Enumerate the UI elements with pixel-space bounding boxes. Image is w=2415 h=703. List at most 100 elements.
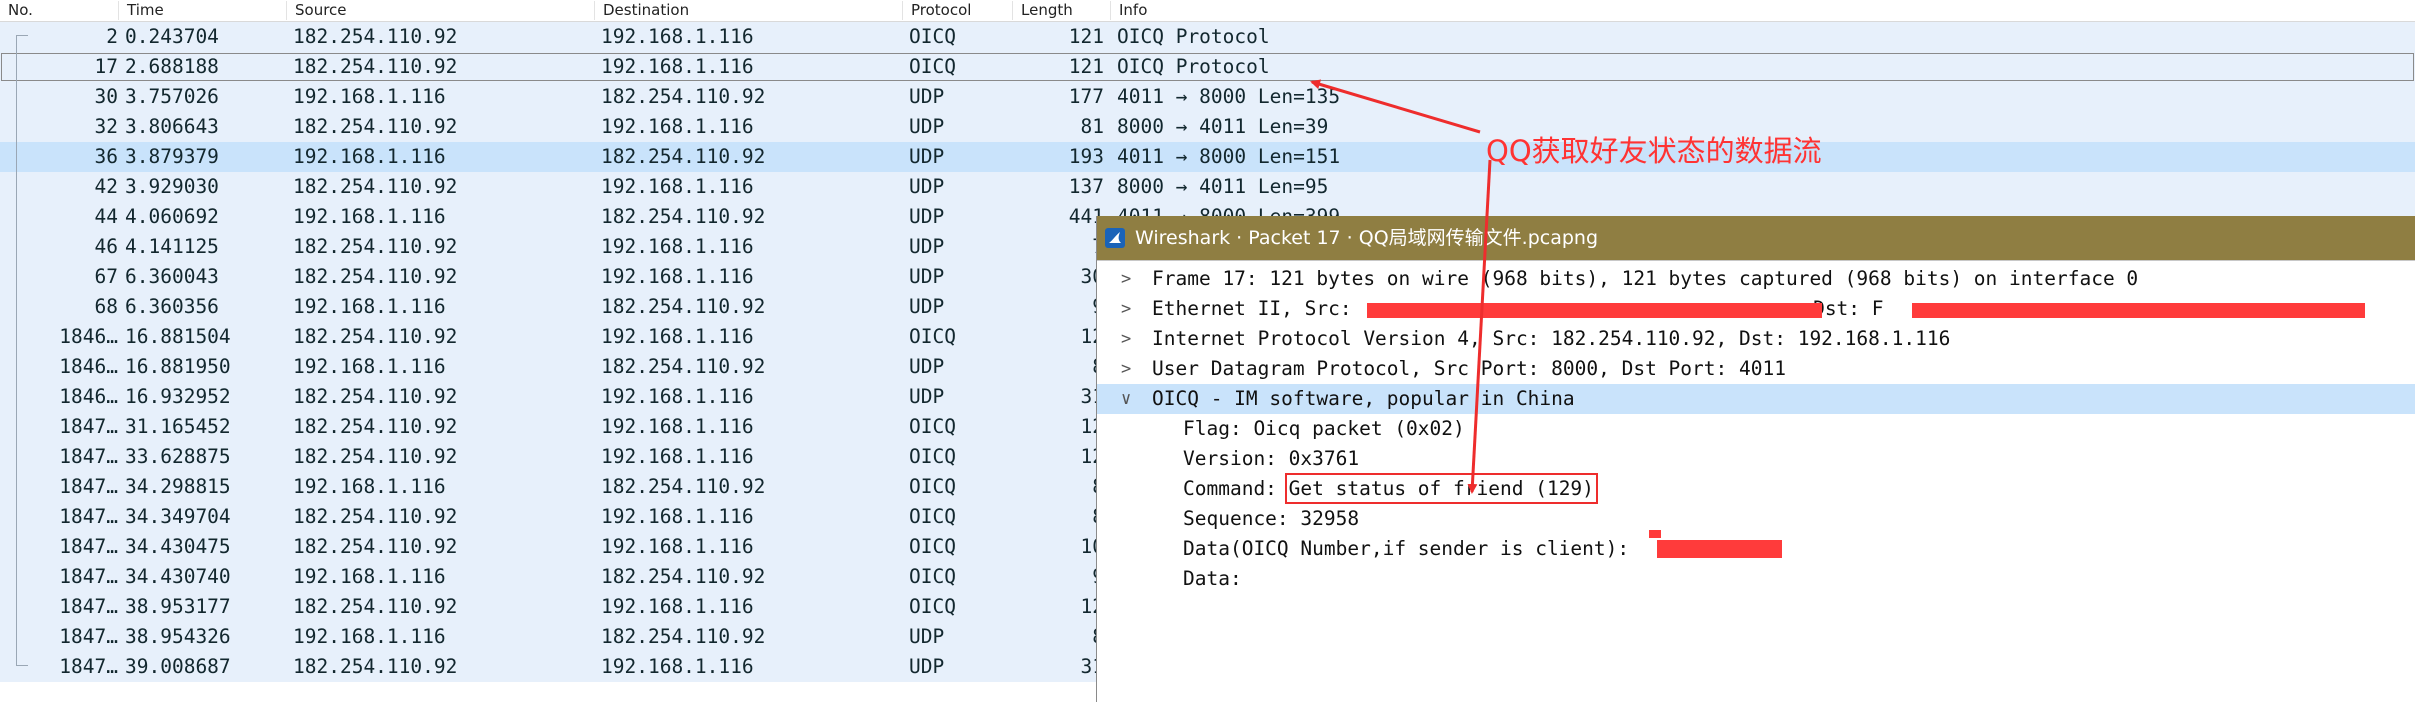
tree-item-ipv4[interactable]: > Internet Protocol Version 4, Src: 182.… [1097, 324, 2415, 354]
packet-cell-proto: OICQ [909, 415, 956, 438]
tree-item-sequence[interactable]: Sequence: 32958 [1097, 504, 2415, 534]
packet-cell-time: 4.141125 [125, 235, 219, 258]
packet-cell-no: 1847… [59, 535, 118, 558]
column-header-destination[interactable]: Destination [594, 1, 903, 20]
column-header-info[interactable]: Info [1110, 1, 2409, 20]
packet-cell-dst: 192.168.1.116 [601, 445, 754, 468]
packet-cell-dst: 182.254.110.92 [601, 355, 766, 378]
packet-cell-time: 3.757026 [125, 85, 219, 108]
packet-cell-proto: UDP [909, 205, 945, 228]
tree-item-udp[interactable]: > User Datagram Protocol, Src Port: 8000… [1097, 354, 2415, 384]
conversation-tree-line [16, 35, 17, 665]
packet-cell-info: 4011 → 8000 Len=135 [1117, 85, 1341, 108]
packet-cell-dst: 192.168.1.116 [601, 265, 754, 288]
tree-item-frame[interactable]: > Frame 17: 121 bytes on wire (968 bits)… [1097, 264, 2415, 294]
packet-cell-time: 16.881504 [125, 325, 231, 348]
packet-cell-time: 3.806643 [125, 115, 219, 138]
packet-cell-no: 1847… [59, 565, 118, 588]
tree-item-command[interactable]: Command: Get status of friend (129) [1097, 473, 2415, 504]
packet-row[interactable]: 32 3.806643 182.254.110.92 192.168.1.116 UDP… [0, 112, 2415, 142]
packet-cell-no: 1846… [59, 355, 118, 378]
packet-cell-no: 42 [94, 175, 118, 198]
tree-item-data-number[interactable]: Data(OICQ Number,if sender is client): [1097, 530, 2415, 564]
packet-cell-no: 32 [94, 115, 118, 138]
packet-list-header: No. Time Source Destination Protocol Len… [0, 0, 2415, 22]
packet-cell-time: 34.298815 [125, 475, 231, 498]
packet-cell-len: 441 [1068, 205, 1104, 228]
packet-cell-dst: 182.254.110.92 [601, 565, 766, 588]
packet-cell-no: 44 [94, 205, 118, 228]
chevron-down-icon[interactable]: ∨ [1121, 384, 1139, 414]
packet-cell-proto: UDP [909, 295, 945, 318]
packet-cell-len: 31 [1080, 385, 1104, 408]
packet-cell-src: 182.254.110.92 [293, 235, 458, 258]
packet-cell-len: 121 [1068, 25, 1104, 48]
column-header-source[interactable]: Source [286, 1, 595, 20]
packet-cell-no: 1846… [59, 325, 118, 348]
packet-cell-src: 182.254.110.92 [293, 25, 458, 48]
packet-cell-len: 12 [1080, 325, 1104, 348]
tree-item-flag[interactable]: Flag: Oicq packet (0x02) [1097, 414, 2415, 444]
column-header-time[interactable]: Time [118, 1, 287, 20]
packet-row[interactable]: 30 3.757026 192.168.1.116 182.254.110.92 UDP… [0, 82, 2415, 112]
packet-cell-len: 177 [1068, 85, 1104, 108]
column-header-length[interactable]: Length [1012, 1, 1119, 20]
packet-cell-time: 38.953177 [125, 595, 231, 618]
packet-cell-len: 8 [1022, 502, 1104, 532]
packet-row[interactable]: 36 3.879379 192.168.1.116 182.254.110.92 UDP… [0, 142, 2415, 172]
chevron-right-icon[interactable]: > [1121, 294, 1139, 324]
packet-cell-time: 2.688188 [125, 55, 219, 78]
packet-cell-len: 81 [1080, 115, 1104, 138]
packet-cell-time: 31.165452 [125, 415, 231, 438]
packet-cell-len: 12 [1080, 415, 1104, 438]
packet-cell-src: 192.168.1.116 [293, 205, 446, 228]
packet-row[interactable]: 2 0.243704 182.254.110.92 192.168.1.116 OICQ… [0, 22, 2415, 52]
packet-cell-proto: UDP [909, 265, 945, 288]
packet-cell-src: 182.254.110.92 [293, 415, 458, 438]
packet-cell-no: 17 [94, 55, 118, 78]
packet-cell-src: 182.254.110.92 [293, 595, 458, 618]
column-header-no[interactable]: No. [0, 1, 118, 20]
column-header-protocol[interactable]: Protocol [902, 1, 1011, 20]
packet-cell-proto: UDP [909, 655, 945, 678]
tree-item-oicq[interactable]: ∨ OICQ - IM software, popular in China [1097, 384, 2415, 414]
packet-cell-time: 34.430740 [125, 565, 231, 588]
packet-cell-no: 1847… [59, 505, 118, 528]
chevron-right-icon[interactable]: > [1121, 354, 1139, 384]
detail-title-bar[interactable]: Wireshark · Packet 17 · QQ局域网传输文件.pcapng [1097, 216, 2415, 260]
packet-cell-dst: 192.168.1.116 [601, 175, 754, 198]
tree-item-version[interactable]: Version: 0x3761 [1097, 444, 2415, 474]
packet-cell-len: 30 [1080, 265, 1104, 288]
redacted-qq-number [1657, 540, 1782, 558]
chevron-right-icon[interactable]: > [1121, 324, 1139, 354]
command-label: Command: [1183, 477, 1289, 500]
ethernet-src-label: Ethernet II, Src: [1152, 297, 1352, 320]
packet-cell-time: 38.954326 [125, 625, 231, 648]
packet-cell-src: 192.168.1.116 [293, 625, 446, 648]
packet-row[interactable]: 17 2.688188 182.254.110.92 192.168.1.116 OIC… [0, 52, 2415, 82]
chevron-right-icon[interactable]: > [1121, 264, 1139, 294]
packet-cell-time: 6.360043 [125, 265, 219, 288]
packet-cell-dst: 192.168.1.116 [601, 655, 754, 678]
packet-cell-dst: 192.168.1.116 [601, 505, 754, 528]
packet-cell-proto: OICQ [909, 505, 956, 528]
tree-item-oicq-label: OICQ - IM software, popular in China [1152, 387, 1575, 410]
tree-item-data-number-label: Data(OICQ Number,if sender is client): [1183, 537, 1630, 560]
packet-cell-proto: UDP [909, 355, 945, 378]
packet-cell-len: 12 [1080, 445, 1104, 468]
tree-item-data[interactable]: Data: [1097, 564, 2415, 594]
packet-cell-dst: 192.168.1.116 [601, 535, 754, 558]
packet-row[interactable]: 42 3.929030 182.254.110.92 192.168.1.116 UDP… [0, 172, 2415, 202]
packet-cell-src: 192.168.1.116 [293, 295, 446, 318]
packet-cell-proto: OICQ [909, 595, 956, 618]
packet-cell-src: 182.254.110.92 [293, 445, 458, 468]
redacted-qq-number-mark [1649, 530, 1661, 538]
packet-cell-len: 137 [1068, 175, 1104, 198]
tree-item-ethernet[interactable]: > Ethernet II, Src:, Dst: F [1097, 294, 2415, 324]
packet-detail-tree: > Frame 17: 121 bytes on wire (968 bits)… [1097, 260, 2415, 703]
packet-cell-time: 34.430475 [125, 535, 231, 558]
packet-cell-proto: OICQ [909, 325, 956, 348]
packet-cell-dst: 192.168.1.116 [601, 385, 754, 408]
packet-cell-dst: 182.254.110.92 [601, 145, 766, 168]
packet-cell-no: 1846… [59, 385, 118, 408]
